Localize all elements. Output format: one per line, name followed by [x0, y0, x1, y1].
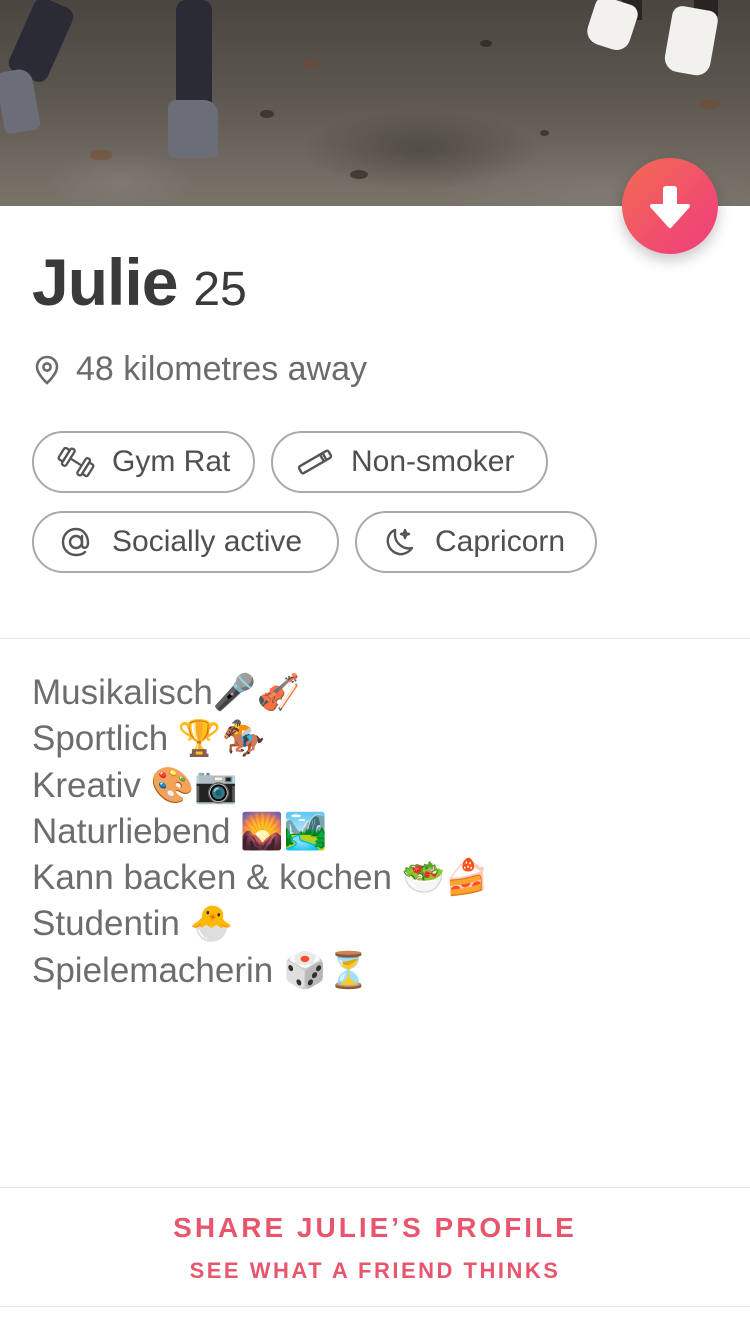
photo-texture	[300, 60, 318, 68]
distance-row: 48 kilometres away	[34, 350, 367, 389]
chip-non-smoker[interactable]: Non-smoker	[271, 431, 548, 493]
chip-label: Capricorn	[435, 525, 566, 558]
chip-label: Socially active	[112, 525, 303, 558]
cigarette-icon	[295, 442, 335, 482]
dumbbell-icon	[56, 442, 96, 482]
photo-texture	[350, 170, 368, 179]
profile-age: 25	[193, 263, 247, 316]
section-divider	[0, 638, 750, 639]
horse-hoof	[662, 4, 720, 78]
photo-texture	[480, 40, 492, 47]
bio-line: Naturliebend 🌄🏞️	[32, 811, 328, 851]
chip-gym-rat[interactable]: Gym Rat	[32, 431, 255, 493]
distance-text: 48 kilometres away	[76, 350, 368, 388]
bio-line: Sportlich 🏆🏇	[32, 719, 266, 759]
bio-text: Musikalisch🎤🎻 Sportlich 🏆🏇 Kreativ 🎨📷 Na…	[32, 670, 489, 994]
location-pin-icon	[35, 355, 59, 385]
moon-stars-icon	[379, 522, 419, 562]
photo-texture	[260, 110, 274, 118]
share-subtitle: SEE WHAT A FRIEND THINKS	[189, 1258, 561, 1283]
chip-socially-active[interactable]: Socially active	[32, 511, 339, 573]
profile-name: Julie	[32, 245, 178, 319]
section-divider	[0, 1306, 750, 1307]
share-profile-button[interactable]: SHARE JULIE’S PROFILE SEE WHAT A FRIEND …	[0, 1188, 750, 1306]
horse-hoof	[583, 0, 641, 54]
bio-line: Studentin 🐣	[32, 904, 234, 944]
photo-texture	[90, 150, 112, 160]
share-title: SHARE JULIE’S PROFILE	[173, 1212, 577, 1243]
name-age-row: Julie 25	[32, 244, 247, 320]
at-sign-icon	[56, 522, 96, 562]
collapse-profile-button[interactable]	[622, 158, 718, 254]
photo-texture	[700, 100, 720, 109]
bio-line: Kann backen & kochen 🥗🍰	[32, 858, 489, 898]
arrow-down-icon	[650, 186, 690, 228]
bio-line: Spielemacherin 🎲⏳	[32, 950, 371, 990]
chip-label: Non-smoker	[351, 445, 515, 478]
person-leg	[176, 0, 212, 110]
chip-capricorn[interactable]: Capricorn	[355, 511, 597, 573]
bio-line: Kreativ 🎨📷	[32, 765, 238, 805]
person-shoe	[168, 100, 218, 158]
chip-label: Gym Rat	[112, 445, 231, 478]
photo-texture	[540, 130, 549, 136]
bio-line: Musikalisch🎤🎻	[32, 673, 301, 712]
